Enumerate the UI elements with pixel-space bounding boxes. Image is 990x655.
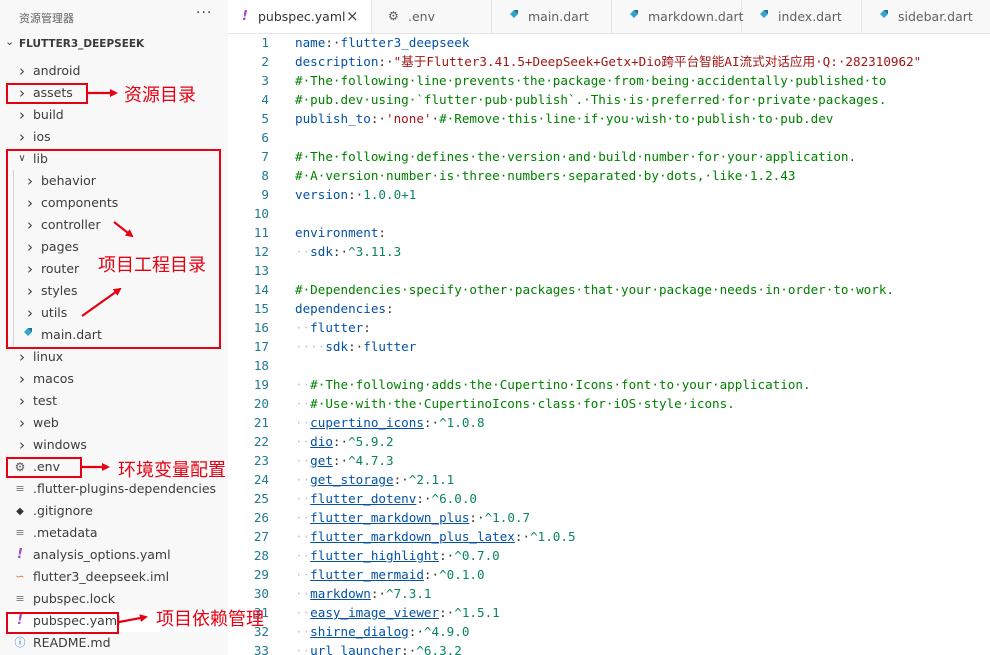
assets-annotation: 资源目录 bbox=[124, 85, 196, 106]
pubspec-annotation: 项目依赖管理 bbox=[156, 609, 264, 630]
utils-arrow bbox=[81, 287, 122, 317]
env-annotation: 环境变量配置 bbox=[118, 460, 226, 481]
controller-arrow bbox=[113, 221, 134, 238]
lib-annotation: 项目工程目录 bbox=[98, 255, 206, 276]
pubspec-arrow bbox=[118, 614, 148, 624]
